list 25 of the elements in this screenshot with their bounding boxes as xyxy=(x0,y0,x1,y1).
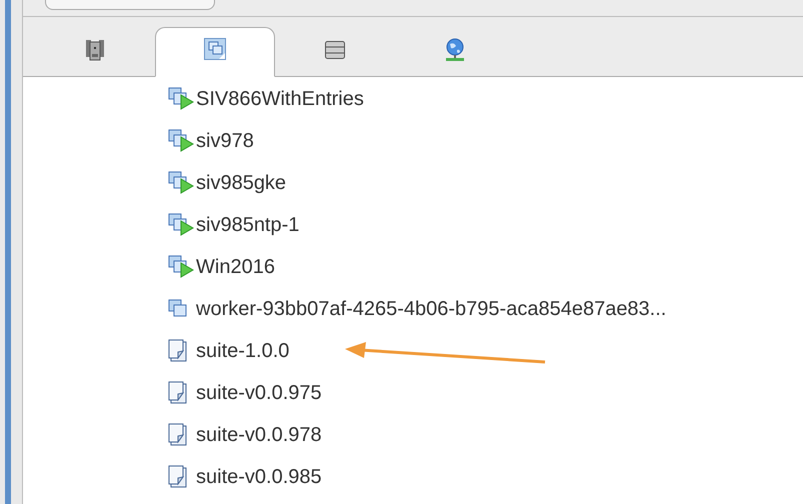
vm-icon xyxy=(204,38,226,60)
template-icon xyxy=(168,339,188,363)
inventory-item[interactable]: siv985ntp-1 xyxy=(196,214,300,236)
inventory-item[interactable]: worker-93bb07af-4265-4b06-b795-aca854e87ae83... xyxy=(196,298,666,320)
inventory-item[interactable]: siv978 xyxy=(196,130,254,152)
template-icon xyxy=(168,381,188,405)
running-vm-icon xyxy=(168,255,194,279)
running-vm-icon xyxy=(168,87,194,111)
template-icon xyxy=(168,465,188,489)
inventory-item[interactable]: SIV866WithEntries xyxy=(196,88,364,110)
server-icon xyxy=(86,39,104,61)
inventory-item[interactable]: suite-v0.0.985 xyxy=(196,466,322,488)
vm-icon xyxy=(168,299,188,319)
inventory-item[interactable]: suite-1.0.0 xyxy=(196,340,290,362)
inventory-item[interactable]: siv985gke xyxy=(196,172,286,194)
running-vm-icon xyxy=(168,213,194,237)
database-icon xyxy=(325,41,345,59)
inventory-item[interactable]: suite-v0.0.975 xyxy=(196,382,322,404)
inventory-item[interactable]: Win2016 xyxy=(196,256,275,278)
template-icon xyxy=(168,423,188,447)
inventory-item[interactable]: suite-v0.0.978 xyxy=(196,424,322,446)
running-vm-icon xyxy=(168,171,194,195)
running-vm-icon xyxy=(168,129,194,153)
globe-icon xyxy=(443,38,467,62)
tab[interactable] xyxy=(155,27,275,77)
